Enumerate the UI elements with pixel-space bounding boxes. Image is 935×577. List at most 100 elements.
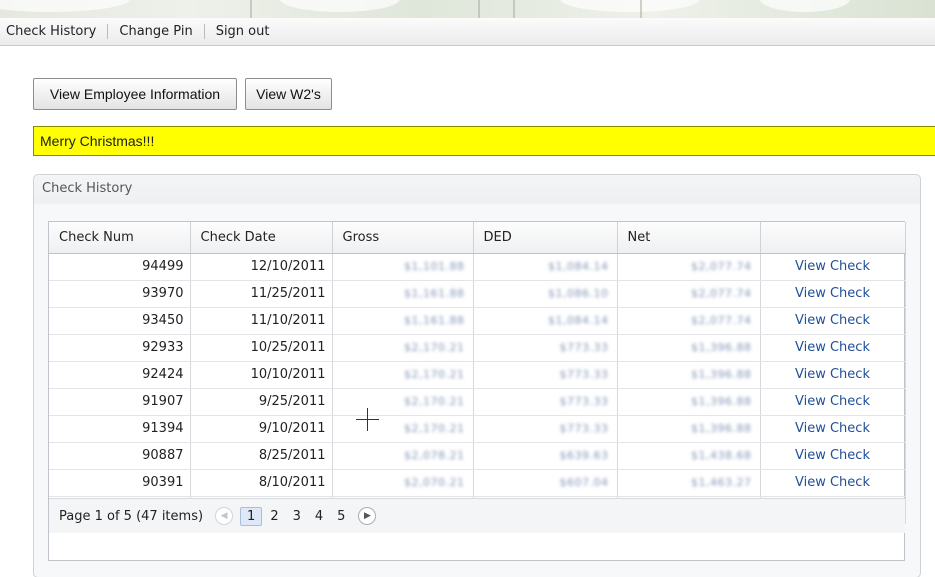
view-w2s-button[interactable]: View W2's: [245, 78, 332, 110]
cell-net-value: $2,077.74: [691, 260, 752, 273]
table-row: 91907 9/25/2011 $2,170.21 $773.33 $1,396.88 V…: [49, 388, 906, 416]
cell-check-date: 10/25/2011: [190, 334, 333, 362]
cell-ded-value: $1,086.10: [548, 287, 609, 300]
crosshair-cursor-icon: [356, 408, 379, 431]
cell-check-num-value: 93970: [142, 286, 184, 301]
view-check-link[interactable]: View Check: [795, 259, 870, 274]
cell-check-num: 94499: [49, 253, 191, 281]
cell-net-value: $1,463.27: [691, 476, 752, 489]
table-row: 94499 12/10/2011 $1,101.88 $1,084.14 $2,077.…: [49, 253, 906, 281]
page-link-3[interactable]: 3: [287, 508, 307, 525]
cell-net-value: $1,396.88: [691, 368, 752, 381]
cell-check-num: 92933: [49, 334, 191, 362]
page-link-2[interactable]: 2: [264, 508, 284, 525]
cell-check-date-value: 9/25/2011: [258, 394, 326, 409]
view-check-link[interactable]: View Check: [795, 340, 870, 355]
cell-ded-value: $1,084.14: [548, 260, 609, 273]
top-menu: Check History Change Pin Sign out: [0, 18, 935, 46]
cell-check-date-value: 12/10/2011: [250, 259, 326, 274]
view-check-link[interactable]: View Check: [795, 367, 870, 382]
cell-check-date-value: 10/25/2011: [250, 340, 326, 355]
cell-net-value: $2,077.74: [691, 287, 752, 300]
cell-ded: $1,086.10: [473, 280, 618, 308]
cell-gross: $2,170.21: [332, 415, 474, 443]
cell-ded: $773.33: [473, 415, 618, 443]
table-row: 93970 11/25/2011 $1,161.88 $1,086.10 $2,077.…: [49, 280, 906, 308]
view-check-link[interactable]: View Check: [795, 475, 870, 490]
page-link-1[interactable]: 1: [240, 506, 263, 526]
page-link-5[interactable]: 5: [331, 508, 351, 525]
prev-page-icon[interactable]: ◀: [215, 507, 234, 525]
cell-gross-value: $1,161.88: [404, 287, 465, 300]
cell-check-date: 10/10/2011: [190, 361, 333, 389]
view-check-link[interactable]: View Check: [795, 286, 870, 301]
menu-check-history[interactable]: Check History: [0, 18, 107, 46]
cell-gross-value: $2,170.21: [404, 341, 465, 354]
announcement-banner: Merry Christmas!!!: [33, 126, 935, 156]
menu-sign-out[interactable]: Sign out: [205, 18, 281, 46]
cell-net: $1,438.68: [617, 442, 761, 470]
cell-gross-value: $1,101.88: [404, 260, 465, 273]
cell-check-date-value: 8/10/2011: [258, 475, 326, 490]
check-history-grid: Check Num Check Date Gross DED Net 94499…: [48, 221, 906, 561]
view-check-link[interactable]: View Check: [795, 421, 870, 436]
cell-check-num: 92424: [49, 361, 191, 389]
cell-action: View Check: [760, 442, 906, 470]
cell-net: $2,077.74: [617, 280, 761, 308]
cell-ded-value: $607.04: [559, 476, 609, 489]
cell-action: View Check: [760, 307, 906, 335]
view-check-link[interactable]: View Check: [795, 313, 870, 328]
cell-gross: $2,170.21: [332, 361, 474, 389]
cell-net: $2,077.74: [617, 253, 761, 281]
cell-ded-value: $1,084.14: [548, 314, 609, 327]
view-check-link[interactable]: View Check: [795, 394, 870, 409]
cell-ded: $607.04: [473, 469, 618, 497]
cell-check-date: 8/10/2011: [190, 469, 333, 497]
column-header-check-num[interactable]: Check Num: [49, 222, 191, 254]
column-header-check-date[interactable]: Check Date: [190, 222, 333, 254]
next-page-icon[interactable]: ▶: [358, 507, 377, 525]
cell-check-num-value: 93450: [142, 313, 184, 328]
view-employee-information-button[interactable]: View Employee Information: [33, 78, 237, 110]
cell-check-num-value: 91907: [142, 394, 184, 409]
cell-action: View Check: [760, 361, 906, 389]
cell-check-num: 93970: [49, 280, 191, 308]
cell-check-num: 90391: [49, 469, 191, 497]
cell-gross-value: $2,170.21: [404, 422, 465, 435]
cell-ded-value: $773.33: [559, 422, 609, 435]
cell-net-value: $1,396.88: [691, 341, 752, 354]
cell-net-value: $1,396.88: [691, 395, 752, 408]
cell-gross: $2,170.21: [332, 334, 474, 362]
view-check-link[interactable]: View Check: [795, 448, 870, 463]
pager-summary: Page 1 of 5 (47 items): [59, 508, 204, 524]
table-row: 92933 10/25/2011 $2,170.21 $773.33 $1,396.88…: [49, 334, 906, 362]
cell-gross: $2,070.21: [332, 469, 474, 497]
cell-action: View Check: [760, 334, 906, 362]
cell-net: $1,396.88: [617, 388, 761, 416]
column-header-ded[interactable]: DED: [473, 222, 618, 254]
column-header-gross[interactable]: Gross: [332, 222, 474, 254]
cell-gross-value: $1,161.88: [404, 314, 465, 327]
column-header-net[interactable]: Net: [617, 222, 761, 254]
cell-action: View Check: [760, 469, 906, 497]
page-link-4[interactable]: 4: [309, 508, 329, 525]
cell-net: $1,396.88: [617, 415, 761, 443]
cell-net-value: $1,396.88: [691, 422, 752, 435]
cell-gross: $1,161.88: [332, 280, 474, 308]
cell-check-num: 90887: [49, 442, 191, 470]
table-row: 90887 8/25/2011 $2,078.21 $639.63 $1,438.68 V…: [49, 442, 906, 470]
cell-check-date: 12/10/2011: [190, 253, 333, 281]
cell-check-num-value: 90887: [142, 448, 184, 463]
cell-net-value: $2,077.74: [691, 314, 752, 327]
column-header-actions: [760, 222, 906, 254]
cell-gross: $1,161.88: [332, 307, 474, 335]
menu-change-pin[interactable]: Change Pin: [108, 18, 203, 46]
cell-gross: $2,078.21: [332, 442, 474, 470]
header-decoration: [0, 0, 935, 18]
cell-check-date: 11/10/2011: [190, 307, 333, 335]
cell-action: View Check: [760, 253, 906, 281]
cell-check-num: 93450: [49, 307, 191, 335]
cell-ded: $1,084.14: [473, 253, 618, 281]
cell-ded: $1,084.14: [473, 307, 618, 335]
cell-ded-value: $773.33: [559, 341, 609, 354]
